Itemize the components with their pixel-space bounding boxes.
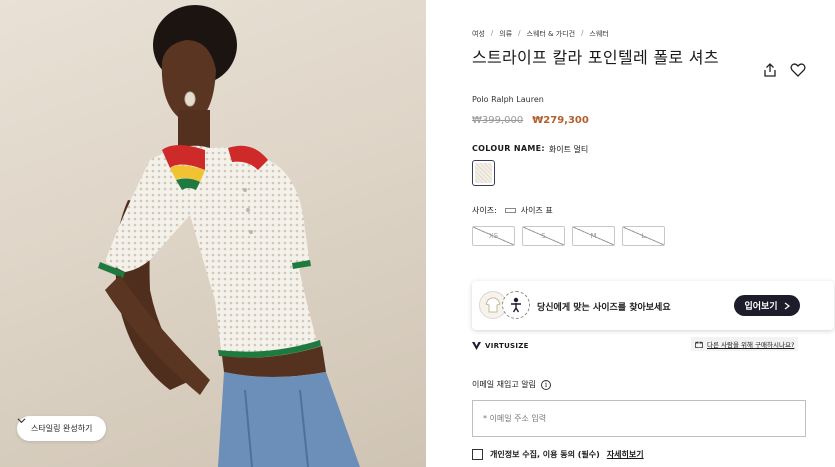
email-input[interactable]: [472, 400, 806, 437]
try-on-button[interactable]: 입어보기: [734, 295, 800, 316]
gift-purchase-label: 다른 사람을 위해 구매하시나요?: [707, 341, 795, 349]
ruler-icon: [504, 208, 516, 213]
privacy-consent-row: 개인정보 수집, 이용 동의 (필수) 자세히보기: [472, 449, 644, 460]
size-option-m[interactable]: M: [572, 226, 615, 246]
size-options: XS S M L: [472, 226, 665, 246]
price-block: ₩399,000 ₩279,300: [472, 115, 589, 126]
breadcrumb-item-sweaters[interactable]: 스웨터: [589, 29, 608, 39]
size-chart-label: 사이즈 표: [520, 206, 553, 215]
virtusize-logo-text: VIRTUSIZE: [485, 342, 529, 350]
privacy-details-link[interactable]: 자세히보기: [607, 449, 644, 460]
breadcrumb-item-sweaters-cardigans[interactable]: 스웨터 & 가디건: [527, 29, 576, 39]
size-chart-link[interactable]: 사이즈 표: [504, 205, 553, 216]
restock-notify-row: 이메일 재입고 알림 i: [472, 379, 551, 390]
privacy-consent-label: 개인정보 수집, 이용 동의 (필수): [490, 450, 600, 459]
size-option-l[interactable]: L: [622, 226, 665, 246]
heart-icon[interactable]: [790, 62, 806, 78]
swatch-fill: [475, 163, 492, 183]
share-icon[interactable]: [762, 62, 778, 78]
product-info-panel: 여성 / 의류 / 스웨터 & 가디건 / 스웨터 스트라이프 칼라 포인텔레 …: [472, 0, 834, 467]
breadcrumb-separator: /: [581, 29, 584, 37]
gift-purchase-link[interactable]: 다른 사람을 위해 구매하시나요?: [691, 337, 799, 351]
product-title: 스트라이프 칼라 포인텔레 폴로 셔츠: [472, 48, 719, 67]
breadcrumb: 여성 / 의류 / 스웨터 & 가디건 / 스웨터: [472, 29, 609, 39]
breadcrumb-separator: /: [518, 29, 521, 37]
breadcrumb-item-women[interactable]: 여성: [472, 29, 485, 39]
restock-notify-label: 이메일 재입고 알림: [472, 380, 536, 389]
original-price: ₩399,000: [472, 115, 524, 126]
size-option-xs[interactable]: XS: [472, 226, 515, 246]
brand-name[interactable]: Polo Ralph Lauren: [472, 95, 544, 104]
virtusize-v-icon: [472, 342, 481, 350]
virtusize-card: 당신에게 맞는 사이즈를 찾아보세요 입어보기: [472, 281, 834, 330]
colour-swatch-white-multi[interactable]: [472, 160, 495, 186]
product-photo: 스타일링 완성하기: [0, 0, 426, 467]
sale-price: ₩279,300: [532, 115, 589, 126]
body-avatar-icon: [502, 291, 530, 319]
styling-complete-label: 스타일링 완성하기: [31, 424, 93, 433]
model-illustration: [98, 5, 360, 467]
virtusize-prompt: 당신에게 맞는 사이즈를 찾아보세요: [537, 303, 671, 313]
privacy-consent-checkbox[interactable]: [472, 449, 483, 460]
colour-row: COLOUR NAME: 화이트 멀티: [472, 144, 588, 155]
chevron-down-icon: [17, 418, 26, 424]
info-icon[interactable]: i: [540, 379, 551, 390]
try-on-label: 입어보기: [744, 302, 778, 312]
colour-label: COLOUR NAME:: [472, 144, 545, 153]
styling-complete-button[interactable]: 스타일링 완성하기: [17, 416, 107, 441]
gift-icon: [695, 341, 703, 348]
breadcrumb-item-clothing[interactable]: 의류: [499, 29, 512, 39]
size-row: 사이즈: 사이즈 표: [472, 205, 553, 216]
colour-value: 화이트 멀티: [548, 145, 589, 154]
breadcrumb-separator: /: [490, 29, 494, 37]
size-option-s[interactable]: S: [522, 226, 565, 246]
virtusize-logo: VIRTUSIZE: [472, 342, 529, 350]
chevron-right-icon: [784, 302, 790, 309]
size-label: 사이즈:: [472, 206, 497, 215]
